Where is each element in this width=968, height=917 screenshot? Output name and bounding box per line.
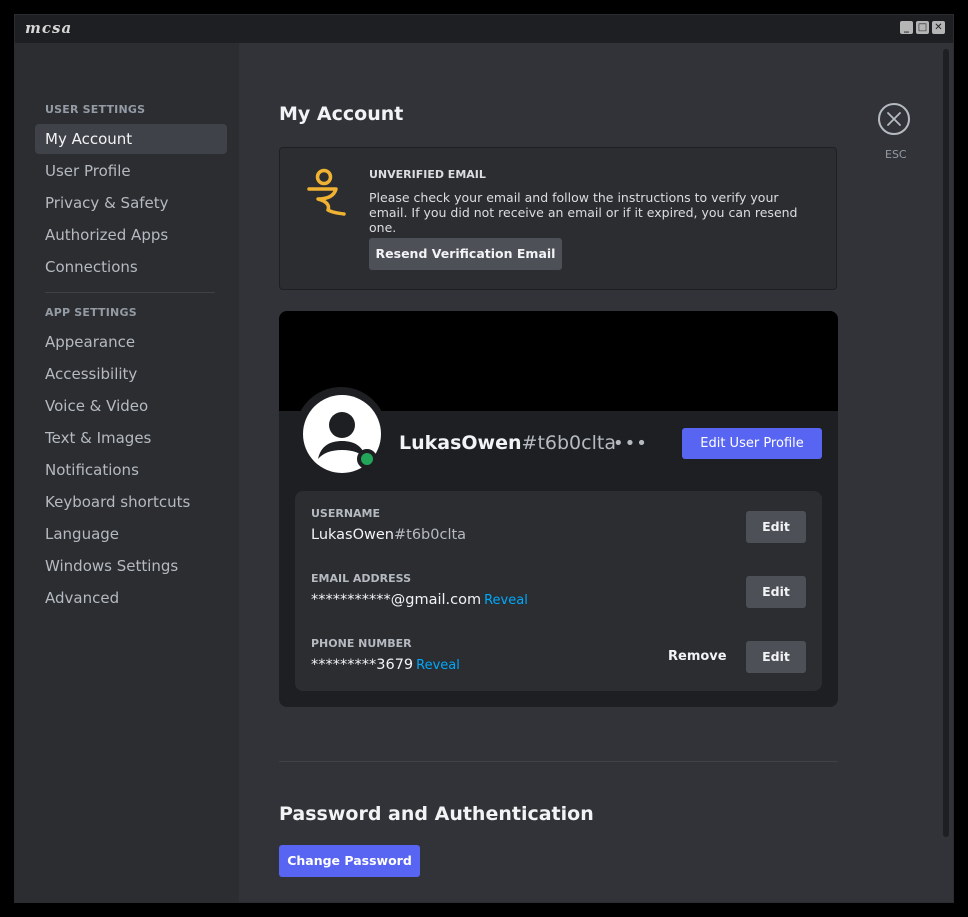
sidebar-divider xyxy=(45,292,215,293)
phone-masked: *********3679 xyxy=(311,657,414,673)
title-bar: mcsa _ □ ✕ xyxy=(15,15,953,43)
sidebar-item-keyboard-shortcuts[interactable]: Keyboard shortcuts xyxy=(35,487,227,517)
email-masked: ***********@gmail.com xyxy=(311,592,482,608)
sidebar-item-accessibility[interactable]: Accessibility xyxy=(35,359,227,389)
reveal-email-link[interactable]: Reveal xyxy=(484,593,528,608)
sidebar-item-user-profile[interactable]: User Profile xyxy=(35,156,227,186)
scrollbar[interactable] xyxy=(943,49,949,837)
app-window: mcsa _ □ ✕ USER SETTINGS My Account User… xyxy=(14,14,954,903)
edit-phone-button[interactable]: Edit xyxy=(746,641,806,673)
account-profile-card: LukasOwen#t6b0clta ••• Edit User Profile… xyxy=(279,311,838,707)
section-divider xyxy=(279,761,838,762)
page-title: My Account xyxy=(279,103,404,125)
profile-tag: #t6b0clta xyxy=(521,432,616,454)
more-options-icon[interactable]: ••• xyxy=(613,433,648,454)
settings-content: My Account ESC UNVERIFIED EMAIL Please c… xyxy=(239,43,953,902)
edit-username-button[interactable]: Edit xyxy=(746,511,806,543)
sidebar-item-my-account[interactable]: My Account xyxy=(35,124,227,154)
warning-person-icon xyxy=(307,168,346,216)
phone-value: *********3679 Reveal xyxy=(311,657,460,673)
maximize-icon[interactable]: □ xyxy=(916,21,929,34)
resend-verification-button[interactable]: Resend Verification Email xyxy=(369,238,562,270)
notice-title: UNVERIFIED EMAIL xyxy=(369,168,486,181)
sidebar-item-language[interactable]: Language xyxy=(35,519,227,549)
sidebar-item-advanced[interactable]: Advanced xyxy=(35,583,227,613)
username-label: USERNAME xyxy=(311,507,381,520)
sidebar-item-notifications[interactable]: Notifications xyxy=(35,455,227,485)
user-settings-header: USER SETTINGS xyxy=(45,103,146,116)
sidebar-item-appearance[interactable]: Appearance xyxy=(35,327,227,357)
email-value: ***********@gmail.com Reveal xyxy=(311,592,528,608)
username-tag: #t6b0clta xyxy=(393,527,467,543)
change-password-button[interactable]: Change Password xyxy=(279,845,420,877)
sidebar-item-voice-video[interactable]: Voice & Video xyxy=(35,391,227,421)
sidebar-item-authorized-apps[interactable]: Authorized Apps xyxy=(35,220,227,250)
password-section-title: Password and Authentication xyxy=(279,803,594,825)
edit-email-button[interactable]: Edit xyxy=(746,576,806,608)
sidebar-item-connections[interactable]: Connections xyxy=(35,252,227,282)
username-value: LukasOwen#t6b0clta xyxy=(311,527,466,543)
settings-sidebar: USER SETTINGS My Account User Profile Pr… xyxy=(15,43,239,902)
close-settings-button[interactable] xyxy=(878,103,910,135)
sidebar-item-text-images[interactable]: Text & Images xyxy=(35,423,227,453)
remove-phone-button[interactable]: Remove xyxy=(668,649,727,664)
window-controls: _ □ ✕ xyxy=(900,21,945,34)
unverified-email-notice: UNVERIFIED EMAIL Please check your email… xyxy=(279,147,837,290)
close-icon xyxy=(887,112,901,126)
edit-user-profile-button[interactable]: Edit User Profile xyxy=(682,428,822,459)
email-label: EMAIL ADDRESS xyxy=(311,572,412,585)
username-name: LukasOwen xyxy=(311,527,394,543)
reveal-phone-link[interactable]: Reveal xyxy=(416,658,460,673)
online-status-indicator xyxy=(357,449,377,469)
profile-username: LukasOwen#t6b0clta xyxy=(399,432,616,454)
profile-name: LukasOwen xyxy=(399,432,522,454)
account-info-panel: USERNAME LukasOwen#t6b0clta Edit EMAIL A… xyxy=(295,491,822,691)
notice-text: Please check your email and follow the i… xyxy=(369,190,798,235)
esc-label: ESC xyxy=(885,148,907,161)
app-settings-header: APP SETTINGS xyxy=(45,306,137,319)
app-logo: mcsa xyxy=(25,19,73,37)
sidebar-item-privacy-safety[interactable]: Privacy & Safety xyxy=(35,188,227,218)
minimize-icon[interactable]: _ xyxy=(900,21,913,34)
close-window-icon[interactable]: ✕ xyxy=(932,21,945,34)
phone-label: PHONE NUMBER xyxy=(311,637,412,650)
sidebar-item-windows-settings[interactable]: Windows Settings xyxy=(35,551,227,581)
